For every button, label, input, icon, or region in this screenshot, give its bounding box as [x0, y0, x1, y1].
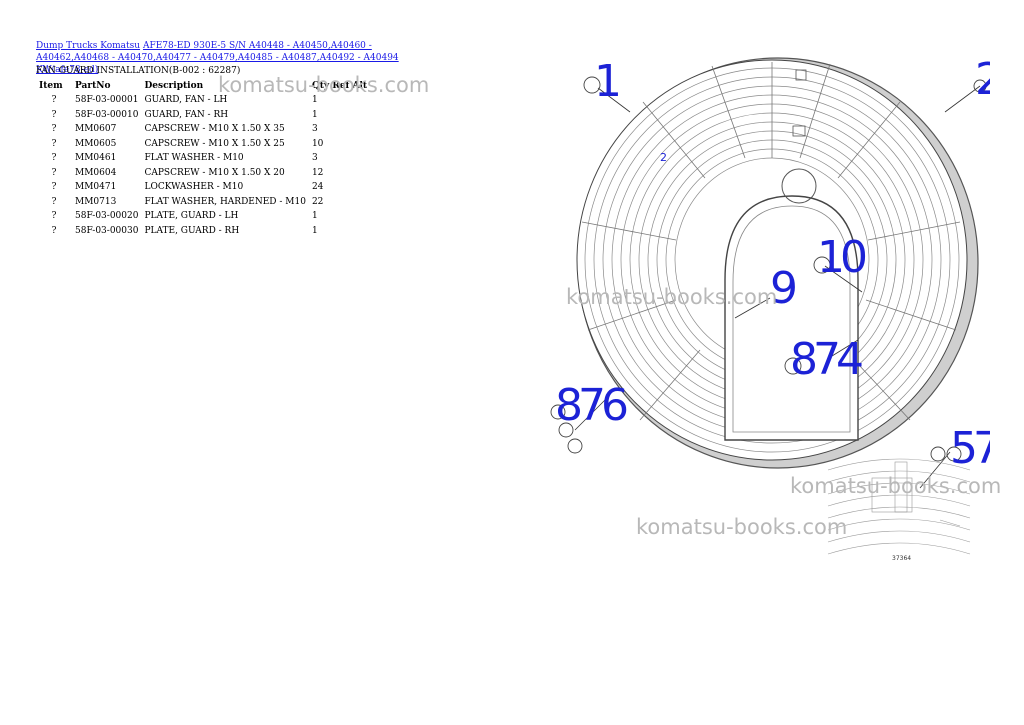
watermark: komatsu-books.com — [218, 73, 430, 97]
table-row: ? MM0604 CAPSCREW - M10 X 1.50 X 20 12 — [36, 166, 370, 181]
watermark: komatsu-books.com — [790, 474, 1002, 498]
cell-partno: MM0713 — [75, 196, 117, 207]
cell-item: ? — [51, 211, 57, 222]
col-header-partno: PartNo — [75, 80, 111, 91]
cell-partno: 58F-03-00020 — [75, 211, 139, 222]
cell-item: ? — [51, 124, 57, 135]
cell-qty: 10 — [311, 138, 324, 149]
col-header-item: Item — [39, 80, 63, 91]
cell-item: ? — [51, 182, 57, 193]
cell-description: CAPSCREW - M10 X 1.50 X 35 — [144, 124, 285, 135]
table-row: ? 58F-03-00020 PLATE, GUARD - LH 1 — [36, 209, 370, 224]
fan-guard-diagram: 1 2 10 9 874 876 57 2 37364 — [550, 54, 990, 562]
cell-qty: 1 — [311, 225, 318, 236]
cell-item: ? — [51, 225, 57, 236]
table-row: ? MM0461 FLAT WASHER - M10 3 — [36, 151, 370, 166]
cell-description: FLAT WASHER, HARDENED - M10 — [144, 196, 306, 207]
callout-label: 2 — [660, 151, 667, 164]
cell-partno: MM0605 — [75, 138, 117, 149]
cell-partno: 58F-03-00001 — [75, 95, 139, 106]
cell-qty: 12 — [311, 167, 324, 178]
cell-description: CAPSCREW - M10 X 1.50 X 25 — [144, 138, 285, 149]
callout-label: 2 — [975, 54, 990, 105]
breadcrumb-link-dump-trucks[interactable]: Dump Trucks Komatsu — [36, 41, 140, 51]
cell-item: ? — [51, 109, 57, 120]
cell-description: CAPSCREW - M10 X 1.50 X 20 — [144, 167, 285, 178]
table-row: ? MM0607 CAPSCREW - M10 X 1.50 X 35 3 — [36, 122, 370, 137]
cell-partno: MM0461 — [75, 153, 117, 164]
table-row: ? MM0605 CAPSCREW - M10 X 1.50 X 25 10 — [36, 137, 370, 152]
cell-description: LOCKWASHER - M10 — [144, 182, 244, 193]
watermark: komatsu-books.com — [636, 515, 848, 539]
figure-code: 37364 — [892, 555, 911, 562]
cell-item: ? — [51, 153, 57, 164]
watermark: komatsu-books.com — [566, 285, 778, 309]
parts-table: Item PartNo Description Qty Ref Alt ? 58… — [36, 78, 370, 238]
cell-partno: MM0471 — [75, 182, 117, 193]
cell-qty: 1 — [311, 109, 318, 120]
cell-qty: 1 — [311, 211, 318, 222]
cell-item: ? — [51, 196, 57, 207]
cell-qty: 22 — [311, 196, 324, 207]
cell-description: PLATE, GUARD - LH — [144, 211, 239, 222]
cell-qty: 3 — [311, 124, 318, 135]
table-row: ? 58F-03-00030 PLATE, GUARD - RH 1 — [36, 224, 370, 239]
callout-label: 10 — [817, 232, 866, 283]
cell-description: PLATE, GUARD - RH — [144, 225, 240, 236]
callout-label: 1 — [594, 56, 618, 107]
table-row: ? 58F-03-00010 GUARD, FAN - RH 1 — [36, 108, 370, 123]
callout-label: 874 — [790, 334, 862, 385]
cell-description: FLAT WASHER - M10 — [144, 153, 244, 164]
cell-item: ? — [51, 138, 57, 149]
cell-qty: 3 — [311, 153, 318, 164]
cell-qty: 24 — [311, 182, 324, 193]
page-title: FAN GUARD INSTALLATION(B-002 : 62287) — [36, 66, 241, 76]
callout-label: 876 — [555, 380, 627, 431]
cell-partno: 58F-03-00030 — [75, 225, 139, 236]
cell-item: ? — [51, 167, 57, 178]
table-row: ? MM0471 LOCKWASHER - M10 24 — [36, 180, 370, 195]
cell-partno: MM0607 — [75, 124, 117, 135]
cell-description: GUARD, FAN - RH — [144, 109, 229, 120]
cell-partno: MM0604 — [75, 167, 117, 178]
cell-partno: 58F-03-00010 — [75, 109, 139, 120]
cell-item: ? — [51, 95, 57, 106]
table-row: ? MM0713 FLAT WASHER, HARDENED - M10 22 — [36, 195, 370, 210]
